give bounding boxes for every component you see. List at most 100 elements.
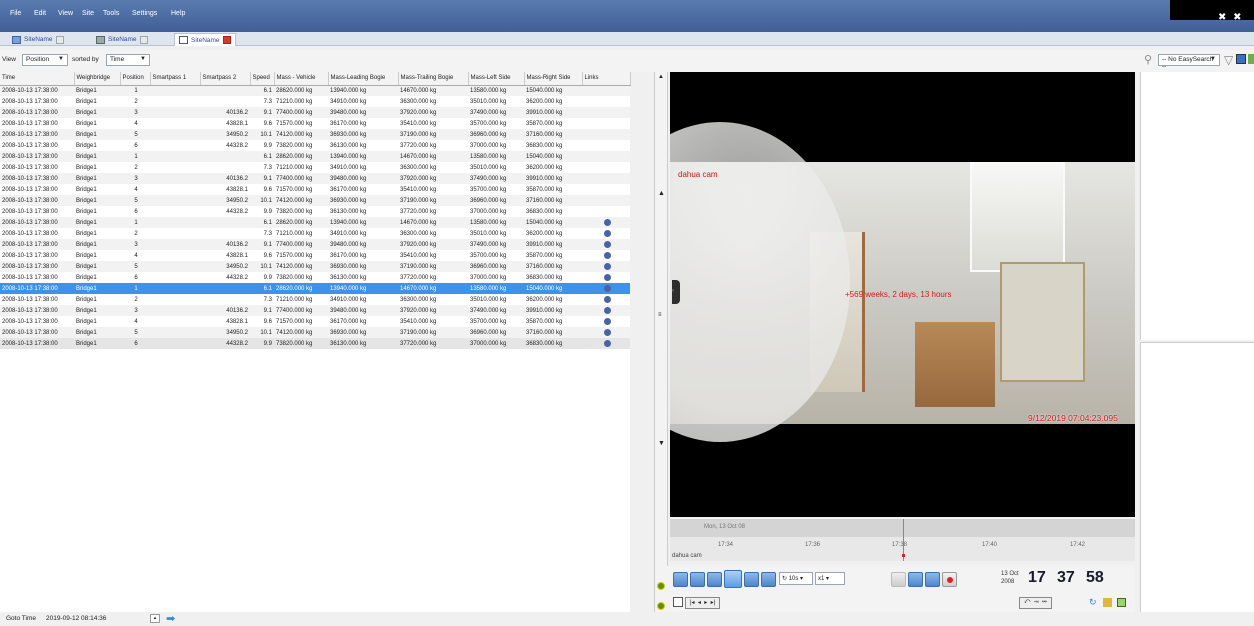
menu-view[interactable]: View — [58, 10, 73, 17]
menu-file[interactable]: File — [10, 10, 21, 17]
column-header[interactable]: Weighbridge — [74, 72, 121, 86]
search-icon[interactable]: ⚲ — [1144, 53, 1152, 66]
column-header[interactable]: Links — [582, 72, 631, 86]
grip-icon[interactable]: ≡ — [658, 312, 662, 318]
splitter[interactable]: ▲ ≡ ▲ ▼ — [654, 72, 668, 612]
column-header[interactable]: Speed — [250, 72, 275, 86]
table-row[interactable]: 2008-10-13 17:38:00 Bridge1 6 44328.2 9.9 738… — [0, 338, 630, 349]
table-row[interactable]: 2008-10-13 17:38:00 Bridge1 4 43828.1 9.6 715… — [0, 316, 630, 327]
play-button[interactable] — [724, 570, 742, 588]
menu-edit[interactable]: Edit — [34, 10, 46, 17]
column-header[interactable]: Mass - Vehicle — [274, 72, 329, 86]
table-row[interactable]: 2008-10-13 17:38:00 Bridge1 3 40136.2 9.1 774… — [0, 107, 630, 118]
step-back-button[interactable] — [690, 572, 705, 587]
table-row[interactable]: 2008-10-13 17:38:00 Bridge1 4 43828.1 9.6 715… — [0, 250, 630, 261]
link-icon[interactable] — [603, 295, 611, 303]
table-row[interactable]: 2008-10-13 17:38:00 Bridge1 5 34950.2 10.1 74… — [0, 261, 630, 272]
timeline[interactable]: Mon, 13 Oct 08 17:34 17:36 17:38 17:40 1… — [670, 519, 1135, 561]
frame-forward-button[interactable] — [744, 572, 759, 587]
table-row[interactable]: 2008-10-13 17:38:00 Bridge1 1 6.1 28620.000 … — [0, 151, 630, 162]
goto-time-value[interactable]: 2019-09-12 08:14:36 — [46, 615, 106, 622]
table-row[interactable]: 2008-10-13 17:38:00 Bridge1 6 44328.2 9.9 738… — [0, 140, 630, 151]
link-icon[interactable] — [603, 262, 611, 270]
tab-sitename-3[interactable]: SiteName — [174, 33, 236, 46]
step-select[interactable]: ↻ 10s ▾ — [779, 572, 813, 585]
table-row[interactable]: 2008-10-13 17:38:00 Bridge1 5 34950.2 10.1 74… — [0, 195, 630, 206]
calendar-icon[interactable]: ▴ — [150, 614, 160, 623]
link-icon[interactable] — [603, 339, 611, 347]
close-tab-icon[interactable] — [55, 35, 64, 44]
link-icon[interactable] — [603, 218, 611, 226]
view-mode-buttons[interactable]: ⤺ ⇥ ⇹ — [1019, 597, 1052, 609]
list-view-icon[interactable] — [673, 597, 683, 607]
table-row[interactable]: 2008-10-13 17:38:00 Bridge1 2 7.3 71210.000 … — [0, 294, 630, 305]
speed-select[interactable]: x1 ▾ — [815, 572, 845, 585]
table-row[interactable]: 2008-10-13 17:38:00 Bridge1 3 40136.2 9.1 774… — [0, 239, 630, 250]
table-row[interactable]: 2008-10-13 17:38:00 Bridge1 1 6.1 28620.000 … — [0, 283, 630, 294]
table-row[interactable]: 2008-10-13 17:38:00 Bridge1 2 7.3 71210.000 … — [0, 228, 630, 239]
close-tab-icon[interactable] — [139, 35, 148, 44]
clock-hour[interactable]: 17 — [1028, 569, 1046, 587]
menu-site[interactable]: Site — [82, 10, 94, 17]
sort-select[interactable]: Time ▼ — [106, 54, 150, 66]
info-icon[interactable] — [657, 582, 665, 590]
scroll-up-arrow-icon[interactable]: ▲ — [658, 190, 665, 197]
link-icon[interactable] — [603, 240, 611, 248]
link-icon[interactable] — [603, 328, 611, 336]
grid-icon[interactable] — [1117, 598, 1126, 607]
save-icon[interactable] — [1236, 54, 1246, 64]
table-row[interactable]: 2008-10-13 17:38:00 Bridge1 4 43828.1 9.6 715… — [0, 184, 630, 195]
info-icon[interactable] — [657, 602, 665, 610]
link-icon[interactable] — [603, 284, 611, 292]
export-clip-button[interactable] — [891, 572, 906, 587]
link-icon[interactable] — [603, 229, 611, 237]
link-icon[interactable] — [603, 306, 611, 314]
table-row[interactable]: 2008-10-13 17:38:00 Bridge1 1 6.1 28620.000 … — [0, 85, 630, 96]
scroll-down-arrow-icon[interactable]: ▼ — [658, 440, 665, 447]
tab-sitename-1[interactable]: SiteName — [8, 33, 68, 46]
table-row[interactable]: 2008-10-13 17:38:00 Bridge1 5 34950.2 10.1 74… — [0, 129, 630, 140]
record-button[interactable] — [942, 572, 957, 587]
column-header[interactable]: Mass-Leading Bogie — [328, 72, 399, 86]
column-header[interactable]: Smartpass 2 — [200, 72, 251, 86]
tab-sitename-2[interactable]: SiteName — [92, 33, 152, 46]
tag-button[interactable] — [925, 572, 940, 587]
menu-tools[interactable]: Tools — [103, 10, 119, 17]
clock-second[interactable]: 58 — [1086, 569, 1104, 587]
link-icon[interactable] — [603, 273, 611, 281]
skip-start-button[interactable] — [673, 572, 688, 587]
table-row[interactable]: 2008-10-13 17:38:00 Bridge1 4 43828.1 9.6 715… — [0, 118, 630, 129]
clock-minute[interactable]: 37 — [1057, 569, 1075, 587]
menu-settings[interactable]: Settings — [132, 10, 157, 17]
event-marker[interactable] — [902, 554, 905, 557]
column-header[interactable]: Smartpass 1 — [150, 72, 201, 86]
link-icon[interactable] — [603, 317, 611, 325]
panel-expand-handle[interactable]: › — [672, 280, 680, 304]
page-nav-buttons[interactable]: |◂ ◂ ▸ ▸| — [685, 597, 721, 609]
video-panel[interactable]: dahua cam +569 weeks, 2 days, 13 hours 9… — [670, 72, 1135, 517]
table-row[interactable]: 2008-10-13 17:38:00 Bridge1 6 44328.2 9.9 738… — [0, 206, 630, 217]
table-row[interactable]: 2008-10-13 17:38:00 Bridge1 3 40136.2 9.1 774… — [0, 305, 630, 316]
frame-back-button[interactable] — [707, 572, 722, 587]
sync-icon[interactable]: ↻ — [1089, 597, 1097, 608]
view-select[interactable]: Position ▼ — [22, 54, 68, 66]
easysearch-select[interactable]: -- No EasySearch -- ▼ — [1158, 54, 1220, 70]
table-row[interactable]: 2008-10-13 17:38:00 Bridge1 5 34950.2 10.1 74… — [0, 327, 630, 338]
filter-icon[interactable]: ▽ — [1224, 53, 1233, 67]
column-header[interactable]: Mass-Trailing Bogie — [398, 72, 469, 86]
table-row[interactable]: 2008-10-13 17:38:00 Bridge1 2 7.3 71210.000 … — [0, 162, 630, 173]
column-header[interactable]: Mass-Right Side — [524, 72, 583, 86]
export-icon[interactable] — [1248, 54, 1254, 64]
table-row[interactable]: 2008-10-13 17:38:00 Bridge1 3 40136.2 9.1 774… — [0, 173, 630, 184]
column-header[interactable]: Position — [120, 72, 151, 86]
table-row[interactable]: 2008-10-13 17:38:00 Bridge1 1 6.1 28620.000 … — [0, 217, 630, 228]
go-arrow-icon[interactable]: ➡ — [166, 612, 175, 625]
column-header[interactable]: Time — [0, 72, 75, 86]
link-icon[interactable] — [603, 251, 611, 259]
window-controls[interactable]: ✖ ✖ — [1218, 12, 1244, 23]
skip-end-button[interactable] — [761, 572, 776, 587]
menu-help[interactable]: Help — [171, 10, 185, 17]
table-row[interactable]: 2008-10-13 17:38:00 Bridge1 2 7.3 71210.000 … — [0, 96, 630, 107]
table-row[interactable]: 2008-10-13 17:38:00 Bridge1 6 44328.2 9.9 738… — [0, 272, 630, 283]
layout-icon[interactable] — [1103, 598, 1112, 607]
